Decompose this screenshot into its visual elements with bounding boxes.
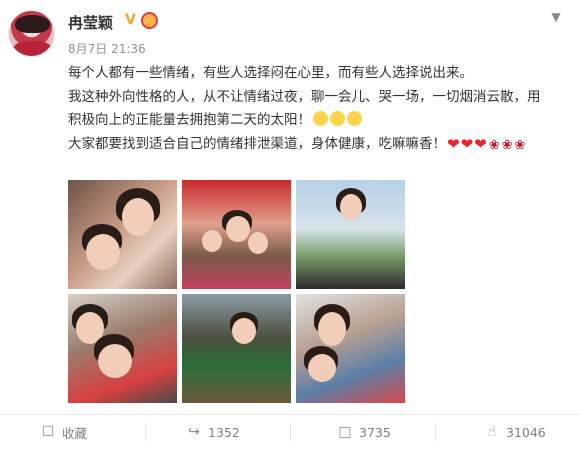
post-text-line-4: 大家都要找到适合自己的情绪排泄渠道，身体健康，吃嘛嘛香！❤❤❤ ❀ ❀ ❀ [68, 133, 568, 158]
badge-icon [141, 12, 158, 29]
repost-button[interactable]: ↪ 1352 [186, 420, 240, 444]
photo-face [122, 198, 154, 236]
favorite-button[interactable]: ☐ 收藏 [40, 420, 87, 444]
comment-count: 3735 [359, 424, 391, 440]
chevron-down-icon[interactable]: ▼ [548, 10, 564, 24]
actions-separator [145, 423, 146, 441]
photo-face [340, 194, 362, 220]
favorite-label: 收藏 [62, 425, 88, 441]
emoji-smile-icon [313, 111, 328, 126]
actions-separator [290, 423, 291, 441]
avatar[interactable] [8, 10, 55, 57]
rose-icon: ❀ [501, 137, 513, 153]
verified-icon: V [125, 12, 136, 28]
rose-icon: ❀ [488, 137, 500, 153]
post-text-line-4-text: 大家都要找到适合自己的情绪排泄渠道，身体健康，吃嘛嘛香！ [68, 135, 446, 152]
photo-6[interactable] [296, 294, 405, 403]
photo-face [232, 318, 256, 344]
heart-icon: ❤ [474, 134, 487, 153]
comment-button[interactable]: □ 3735 [337, 420, 391, 444]
repost-count: 1352 [208, 424, 240, 440]
photo-face [226, 216, 250, 242]
like-button[interactable]: ☝ 31046 [484, 420, 546, 444]
repost-icon: ↪ [188, 424, 200, 440]
like-icon: ☝ [487, 424, 497, 440]
photo-5[interactable] [182, 294, 291, 403]
heart-icon: ❤ [447, 134, 460, 153]
favorite-icon: ☐ [41, 424, 55, 440]
photo-3[interactable] [296, 180, 405, 289]
author-name[interactable]: 冉莹颖 [68, 12, 113, 33]
actions-divider [0, 414, 580, 415]
heart-icon: ❤ [460, 134, 474, 153]
emoji-smile-icon [347, 111, 362, 126]
photo-4[interactable] [68, 294, 177, 403]
avatar-robe [13, 41, 52, 56]
avatar-hair [15, 15, 50, 33]
photo-face [318, 312, 346, 346]
post-text-line-1: 每个人都有一些情绪，有些人选择闷在心里，而有些人选择说出来。 [68, 65, 473, 81]
weibo-post: 冉莹颖 V 8月7日 21:36 ▼ 每个人都有一些情绪，有些人选择闷在心里，而… [0, 0, 580, 449]
photo-face [86, 234, 120, 270]
photo-2[interactable] [182, 180, 291, 289]
post-text: 每个人都有一些情绪，有些人选择闷在心里，而有些人选择说出来。 我这种外向性格的人… [68, 62, 568, 157]
like-count: 31046 [506, 424, 546, 440]
photo-face [98, 344, 132, 378]
photo-face [308, 354, 336, 382]
photo-1[interactable] [68, 180, 177, 289]
post-text-line-3: 积极向上的正能量去拥抱第二天的太阳！ [68, 109, 568, 133]
post-timestamp[interactable]: 8月7日 21:36 [68, 40, 146, 57]
comment-icon: □ [338, 424, 352, 440]
photo-face [202, 230, 222, 252]
emoji-smile-icon [330, 111, 345, 126]
rose-icon: ❀ [514, 137, 526, 153]
photo-face [248, 232, 268, 254]
post-text-line-2: 我这种外向性格的人，从不让情绪过夜，聊一会儿、哭一场，一切烟消云散，用 [68, 88, 541, 105]
post-text-line-3-text: 积极向上的正能量去拥抱第二天的太阳！ [68, 112, 311, 128]
actions-separator [435, 423, 436, 441]
